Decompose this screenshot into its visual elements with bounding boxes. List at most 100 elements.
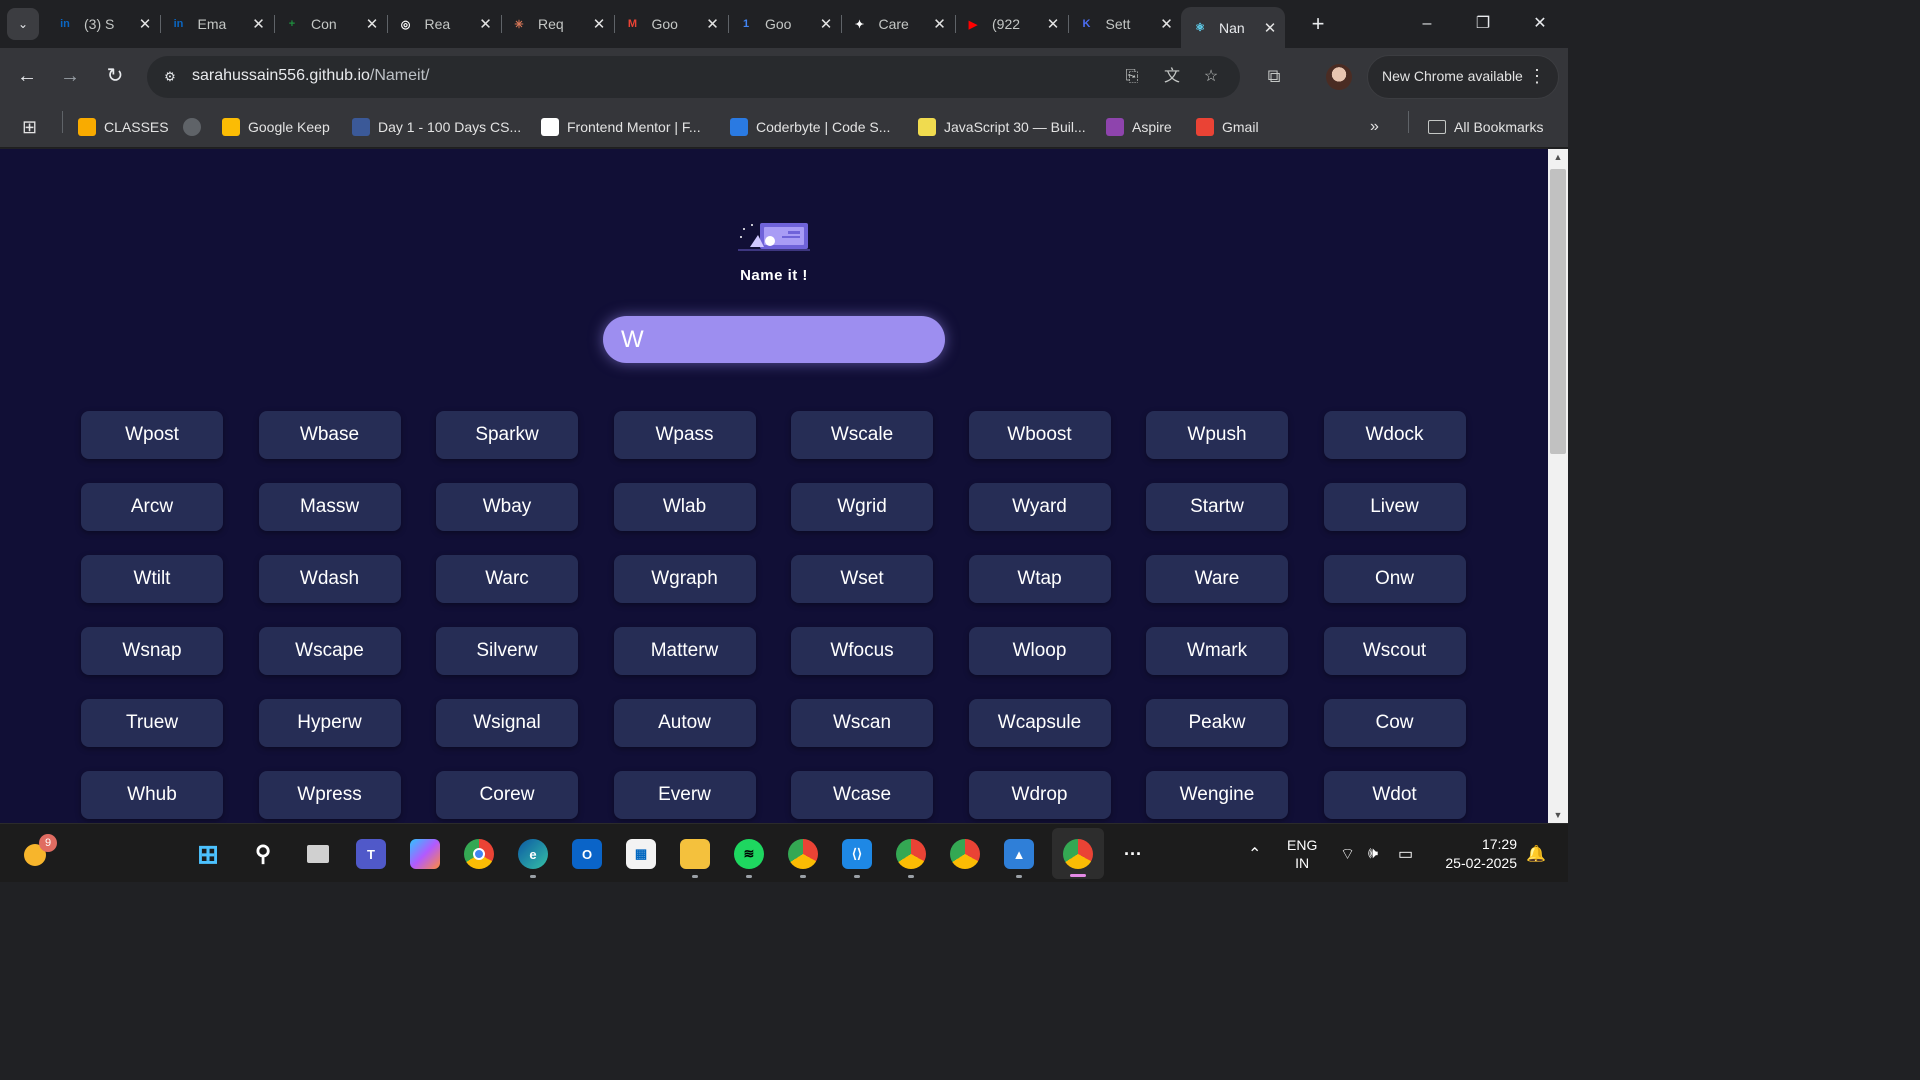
scroll-up-arrow-icon[interactable]: ▲ bbox=[1548, 149, 1568, 165]
vscode-icon[interactable]: ⟨⟩ bbox=[842, 839, 872, 878]
address-bar[interactable]: ⚙ sarahussain556.github.io/Nameit/ ⎘ 文 ☆ bbox=[147, 56, 1240, 98]
bookmark-item[interactable]: Frontend Mentor | F... bbox=[541, 113, 701, 141]
translate-icon[interactable]: 文 bbox=[1161, 66, 1183, 88]
microsoft-store-icon[interactable]: ▦ bbox=[626, 839, 656, 869]
chrome-icon[interactable] bbox=[464, 839, 494, 869]
volume-icon[interactable]: 🕪 bbox=[1368, 824, 1378, 883]
bookmark-item[interactable]: CLASSES bbox=[78, 113, 169, 141]
chrome-profile-icon[interactable] bbox=[896, 839, 926, 878]
name-suggestion-card[interactable]: Wscale bbox=[791, 411, 933, 459]
task-view-icon[interactable] bbox=[303, 839, 333, 869]
bookmarks-more-button[interactable]: » bbox=[1370, 113, 1379, 141]
close-tab-icon[interactable]: ✕ bbox=[590, 15, 608, 33]
install-app-icon[interactable]: ⎘ bbox=[1121, 66, 1143, 88]
name-suggestion-card[interactable]: Warc bbox=[436, 555, 578, 603]
name-suggestion-card[interactable]: Wtap bbox=[968, 555, 1111, 603]
name-suggestion-card[interactable]: Whub bbox=[81, 771, 223, 819]
name-suggestion-card[interactable]: Truew bbox=[81, 699, 223, 747]
name-suggestion-card[interactable]: Wcase bbox=[791, 771, 933, 819]
name-suggestion-card[interactable]: Corew bbox=[436, 771, 578, 819]
more-apps-icon[interactable]: ··· bbox=[1118, 839, 1148, 869]
name-suggestion-card[interactable]: Wengine bbox=[1146, 771, 1288, 819]
name-suggestion-card[interactable]: Wfocus bbox=[791, 627, 933, 675]
file-explorer-icon[interactable] bbox=[680, 839, 710, 878]
browser-tab[interactable]: ⚛ Nan ✕ bbox=[1181, 7, 1285, 48]
reload-button[interactable]: ↻ bbox=[101, 62, 129, 90]
more-menu-icon[interactable]: ⋮ bbox=[1528, 66, 1546, 87]
search-icon[interactable]: ⚲ bbox=[248, 839, 278, 869]
minimize-button[interactable]: – bbox=[1415, 12, 1439, 36]
name-suggestion-card[interactable]: Sparkw bbox=[436, 411, 578, 459]
name-suggestion-card[interactable]: Wgraph bbox=[613, 555, 756, 603]
name-suggestion-card[interactable]: Everw bbox=[613, 771, 756, 819]
name-search-input[interactable] bbox=[603, 316, 945, 363]
name-suggestion-card[interactable]: Wbase bbox=[258, 411, 401, 459]
name-suggestion-card[interactable]: Wsignal bbox=[436, 699, 578, 747]
extensions-icon[interactable]: ⧉ bbox=[1262, 64, 1286, 88]
name-suggestion-card[interactable]: Cow bbox=[1323, 699, 1466, 747]
name-suggestion-card[interactable]: Wsnap bbox=[81, 627, 223, 675]
close-tab-icon[interactable]: ✕ bbox=[1158, 15, 1176, 33]
back-button[interactable]: ← bbox=[13, 62, 41, 90]
notifications-bell-icon[interactable]: 🔔 bbox=[1526, 824, 1546, 883]
start-windows-icon[interactable]: ⊞ bbox=[193, 839, 223, 869]
name-suggestion-card[interactable]: Wloop bbox=[968, 627, 1111, 675]
name-suggestion-card[interactable]: Wdock bbox=[1323, 411, 1466, 459]
name-suggestion-card[interactable]: Massw bbox=[258, 483, 401, 531]
apps-grid-icon[interactable]: ⊞ bbox=[22, 113, 37, 141]
close-tab-icon[interactable]: ✕ bbox=[1261, 19, 1279, 37]
bookmark-item[interactable] bbox=[183, 113, 201, 141]
name-suggestion-card[interactable]: Matterw bbox=[613, 627, 756, 675]
name-suggestion-card[interactable]: Startw bbox=[1146, 483, 1288, 531]
scroll-thumb[interactable] bbox=[1550, 169, 1566, 454]
bookmark-item[interactable]: Gmail bbox=[1196, 113, 1259, 141]
browser-tab[interactable]: ▶ (922 ✕ bbox=[954, 7, 1069, 41]
name-suggestion-card[interactable]: Wpush bbox=[1146, 411, 1288, 459]
bookmark-item[interactable]: Day 1 - 100 Days CS... bbox=[352, 113, 521, 141]
browser-tab[interactable]: ◎ Rea ✕ bbox=[387, 7, 502, 41]
outlook-icon[interactable]: O bbox=[572, 839, 602, 869]
chrome-icon[interactable] bbox=[950, 839, 980, 869]
wifi-icon[interactable]: ⌔ bbox=[1340, 824, 1355, 883]
close-tab-icon[interactable]: ✕ bbox=[363, 15, 381, 33]
bookmark-item[interactable]: JavaScript 30 — Buil... bbox=[918, 113, 1086, 141]
name-suggestion-card[interactable]: Ware bbox=[1146, 555, 1288, 603]
name-suggestion-card[interactable]: Wpass bbox=[613, 411, 756, 459]
name-suggestion-card[interactable]: Wset bbox=[791, 555, 933, 603]
name-suggestion-card[interactable]: Wdot bbox=[1323, 771, 1466, 819]
close-tab-icon[interactable]: ✕ bbox=[477, 15, 495, 33]
name-suggestion-card[interactable]: Wpress bbox=[258, 771, 401, 819]
clock[interactable]: 17:29 25-02-2025 bbox=[1437, 824, 1517, 883]
close-tab-icon[interactable]: ✕ bbox=[704, 15, 722, 33]
name-suggestion-card[interactable]: Wgrid bbox=[791, 483, 933, 531]
tray-chevron-up-icon[interactable]: ⌃ bbox=[1248, 824, 1261, 883]
name-suggestion-card[interactable]: Wlab bbox=[613, 483, 756, 531]
name-suggestion-card[interactable]: Wdash bbox=[258, 555, 401, 603]
close-tab-icon[interactable]: ✕ bbox=[931, 15, 949, 33]
name-suggestion-card[interactable]: Onw bbox=[1323, 555, 1466, 603]
browser-tab[interactable]: K Sett ✕ bbox=[1068, 7, 1182, 41]
name-suggestion-card[interactable]: Wscan bbox=[791, 699, 933, 747]
name-suggestion-card[interactable]: Wyard bbox=[968, 483, 1111, 531]
tab-search-button[interactable]: ⌄ bbox=[7, 8, 39, 40]
teams-icon[interactable]: T bbox=[356, 839, 386, 869]
name-suggestion-card[interactable]: Livew bbox=[1323, 483, 1466, 531]
site-info-icon[interactable]: ⚙ bbox=[159, 66, 181, 88]
name-suggestion-card[interactable]: Arcw bbox=[81, 483, 223, 531]
name-suggestion-card[interactable]: Autow bbox=[613, 699, 756, 747]
close-tab-icon[interactable]: ✕ bbox=[817, 15, 835, 33]
name-suggestion-card[interactable]: Wdrop bbox=[968, 771, 1111, 819]
chrome-profile-icon[interactable] bbox=[788, 839, 818, 878]
close-window-button[interactable]: ✕ bbox=[1528, 12, 1552, 36]
name-suggestion-card[interactable]: Wbay bbox=[436, 483, 578, 531]
url-text[interactable]: sarahussain556.github.io/Nameit/ bbox=[192, 67, 429, 85]
name-suggestion-card[interactable]: Hyperw bbox=[258, 699, 401, 747]
language-indicator[interactable]: ENG IN bbox=[1287, 824, 1317, 883]
page-scrollbar[interactable]: ▲ ▼ bbox=[1548, 149, 1568, 823]
name-suggestion-card[interactable]: Wpost bbox=[81, 411, 223, 459]
close-tab-icon[interactable]: ✕ bbox=[1044, 15, 1062, 33]
photos-icon[interactable]: ▲ bbox=[1004, 839, 1034, 878]
browser-tab[interactable]: in (3) S ✕ bbox=[46, 7, 161, 41]
forward-button[interactable]: → bbox=[56, 62, 84, 90]
edge-icon[interactable]: e bbox=[518, 839, 548, 878]
